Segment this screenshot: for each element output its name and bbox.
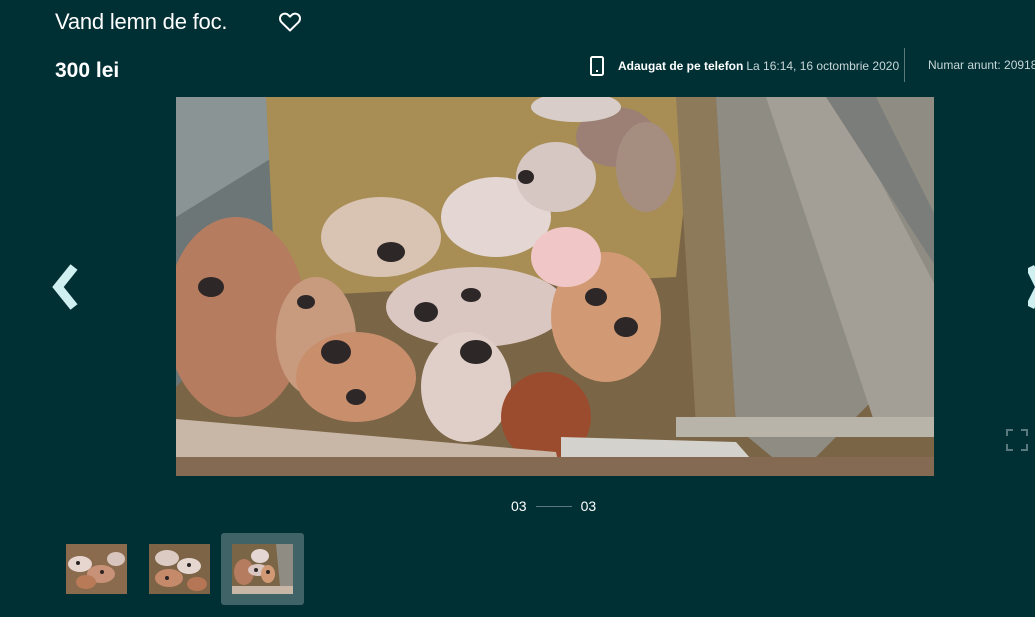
thumbnail-1[interactable] (66, 544, 127, 594)
added-time: La 16:14, 16 octombrie 2020 (746, 59, 900, 73)
counter-line (535, 505, 572, 507)
expand-icon[interactable] (1005, 428, 1029, 452)
phone-icon (590, 56, 604, 76)
chevron-right-icon[interactable] (1028, 263, 1035, 311)
thumbnail-image (66, 544, 127, 594)
thumbnail-3[interactable] (232, 544, 293, 594)
added-from-phone-label: Adaugat de pe telefon (618, 59, 744, 73)
gallery-current: 03 (511, 498, 527, 514)
listing-meta: Adaugat de pe telefon La 16:14, 16 octom… (590, 55, 899, 77)
ad-number: Numar anunt: 209189 (928, 58, 1035, 72)
listing-title: Vand lemn de foc. (55, 9, 228, 34)
listing-price: 300 lei (55, 59, 120, 82)
chevron-left-icon[interactable] (52, 263, 80, 311)
meta-divider (904, 48, 905, 82)
main-photo[interactable] (176, 97, 934, 476)
gallery-counter: 03 03 (511, 498, 596, 514)
heart-icon[interactable] (278, 10, 302, 34)
piglets-photo (176, 97, 934, 476)
thumbnail-image (149, 544, 210, 594)
gallery-total: 03 (580, 498, 597, 514)
thumbnail-2[interactable] (149, 544, 210, 594)
thumbnail-image (232, 544, 293, 594)
